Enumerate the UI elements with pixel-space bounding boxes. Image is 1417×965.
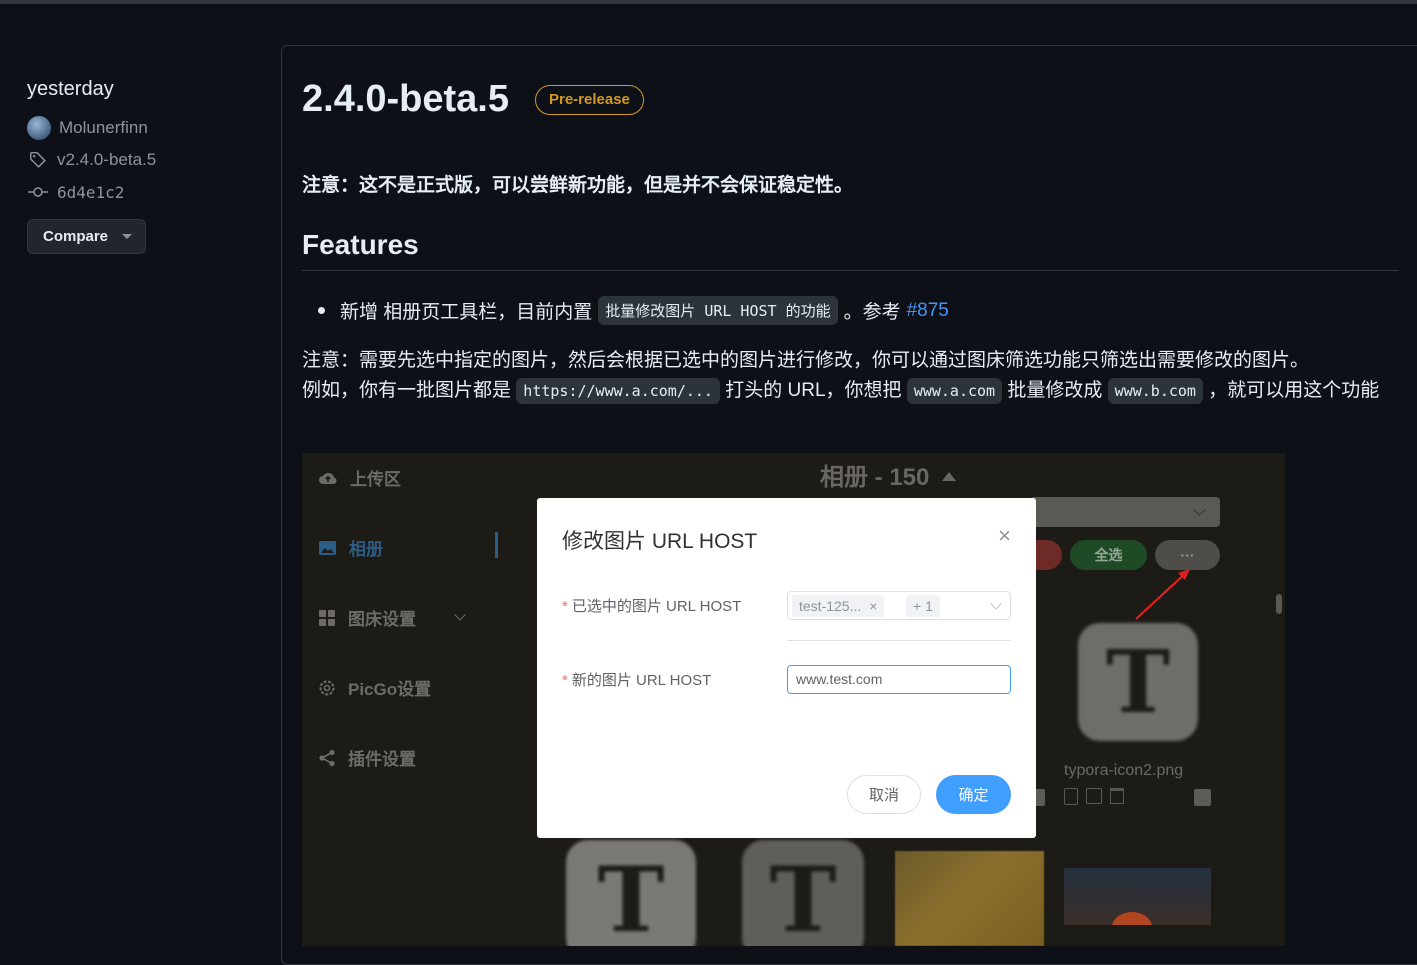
feature-text: 新增 相册页工具栏，目前内置 <box>340 302 593 323</box>
thumbnail-typora-icon: T <box>742 840 864 946</box>
chevron-down-icon <box>990 598 1002 610</box>
nav-label: PicGo设置 <box>348 680 432 699</box>
compare-label: Compare <box>43 228 109 245</box>
avatar[interactable] <box>27 116 51 140</box>
new-host-label: * 新的图片 URL HOST <box>562 669 711 690</box>
release-sidebar: yesterday Molunerfinn v2.4.0-beta.5 6d4e… <box>27 78 267 254</box>
selected-host-select[interactable]: test-125... × + 1 <box>787 591 1011 620</box>
red-arrow-annotation <box>1135 569 1190 620</box>
host-tag: test-125... × <box>792 595 885 617</box>
features-heading: Features <box>302 229 1399 271</box>
cancel-button[interactable]: 取消 <box>847 775 921 814</box>
nav-active-indicator <box>495 532 498 558</box>
edit-icon <box>1086 788 1102 804</box>
usage-note: 注意：需要先选中指定的图片，然后会根据已选中的图片进行修改，你可以通过图床筛选功… <box>302 346 1402 406</box>
feature-code: 批量修改图片 URL HOST 的功能 <box>598 296 838 325</box>
compare-button[interactable]: Compare <box>27 219 146 254</box>
modify-url-host-dialog: 修改图片 URL HOST × * 已选中的图片 URL HOST test-12… <box>537 498 1036 838</box>
grid-icon <box>318 609 336 627</box>
close-icon[interactable]: × <box>998 525 1011 547</box>
tag-name[interactable]: v2.4.0-beta.5 <box>57 150 156 170</box>
chevron-down-icon <box>1193 503 1206 516</box>
prerelease-badge: Pre-release <box>535 84 644 115</box>
thumbnail-checkbox <box>1194 789 1211 806</box>
new-host-input[interactable]: www.test.com <box>787 665 1011 694</box>
album-title: 相册 - 150 <box>820 457 957 492</box>
bullet-dot <box>318 307 325 314</box>
inline-code-host-b: www.b.com <box>1107 378 1203 404</box>
author-row[interactable]: Molunerfinn <box>27 115 267 141</box>
embedded-screenshot: 上传区 相册 图床设置 PicGo设置 插件设置 相册 - 150 全选 ··· <box>302 453 1285 946</box>
author-name[interactable]: Molunerfinn <box>59 118 148 138</box>
thumbnail-photo-glow <box>1112 912 1152 925</box>
release-header: 2.4.0-beta.5 Pre-release <box>302 78 644 121</box>
top-divider <box>0 0 1417 4</box>
trash-icon <box>1110 788 1124 804</box>
gear-icon <box>318 679 336 697</box>
feature-ref-text: 。参考 <box>843 302 901 323</box>
document-icon <box>1064 788 1078 805</box>
thumbnail-photo <box>1064 868 1211 925</box>
selected-host-label-text: 已选中的图片 URL HOST <box>571 598 742 615</box>
chevron-down-icon <box>122 234 133 239</box>
form-divider <box>787 640 1011 641</box>
commit-icon <box>27 181 49 203</box>
thumbnail-filename: typora-icon2.png <box>1064 762 1184 779</box>
inline-code-host-a: www.a.com <box>906 378 1003 404</box>
album-title-text: 相册 - 150 <box>820 464 930 491</box>
release-date: yesterday <box>27 78 114 100</box>
commit-sha[interactable]: 6d4e1c2 <box>57 183 124 202</box>
inline-code-url: https://www.a.com/... <box>516 378 720 404</box>
tag-close-icon[interactable]: × <box>869 598 877 614</box>
tag-icon <box>27 149 49 171</box>
more-tags-count: + 1 <box>906 595 940 617</box>
thumbnail-photo <box>895 851 1044 946</box>
usage-text: 批量修改成 <box>1007 380 1103 401</box>
picbed-filter-select <box>1030 497 1220 527</box>
confirm-button[interactable]: 确定 <box>936 775 1011 814</box>
nav-plugin-settings: 插件设置 <box>318 745 416 770</box>
chevron-down-icon <box>454 609 466 621</box>
usage-text: 例如，你有一批图片都是 <box>302 380 512 401</box>
usage-line-2: 例如，你有一批图片都是 https://www.a.com/... 打头的 UR… <box>302 376 1402 406</box>
cloud-upload-icon <box>318 470 338 486</box>
nav-label: 上传区 <box>350 470 401 489</box>
release-title[interactable]: 2.4.0-beta.5 <box>302 78 509 121</box>
selected-host-label: * 已选中的图片 URL HOST <box>562 595 741 616</box>
nav-label: 图床设置 <box>348 610 416 629</box>
required-mark: * <box>562 672 568 689</box>
thumbnail-actions <box>1064 788 1124 805</box>
scrollbar-thumb <box>1276 594 1282 614</box>
thumbnail-typora-icon: T <box>1078 623 1198 741</box>
dialog-title: 修改图片 URL HOST <box>562 530 758 553</box>
thumbnail-typora-icon: T <box>566 840 696 946</box>
usage-text: ，就可以用这个功能 <box>1208 380 1380 401</box>
nav-label: 相册 <box>349 540 383 559</box>
nav-label: 插件设置 <box>348 750 416 769</box>
caret-up-icon <box>942 472 957 481</box>
new-host-label-text: 新的图片 URL HOST <box>571 672 712 689</box>
issue-link[interactable]: #875 <box>907 300 949 322</box>
image-icon <box>318 540 337 556</box>
tag-row[interactable]: v2.4.0-beta.5 <box>27 147 267 173</box>
share-icon <box>318 749 336 767</box>
usage-line-1: 注意：需要先选中指定的图片，然后会根据已选中的图片进行修改，你可以通过图床筛选功… <box>302 350 1310 371</box>
commit-row[interactable]: 6d4e1c2 <box>27 179 267 205</box>
usage-text: 打头的 URL，你想把 <box>725 380 902 401</box>
nav-picgo-settings: PicGo设置 <box>318 675 431 700</box>
host-tag-text: test-125... <box>799 598 862 614</box>
stability-notice: 注意：这不是正式版，可以尝鲜新功能，但是并不会保证稳定性。 <box>302 175 854 196</box>
nav-upload: 上传区 <box>318 465 401 490</box>
required-mark: * <box>562 598 568 615</box>
feature-list-item: 新增 相册页工具栏，目前内置 批量修改图片 URL HOST 的功能 。参考 #… <box>318 296 949 325</box>
nav-picbed-settings: 图床设置 <box>318 605 466 630</box>
nav-album: 相册 <box>318 535 383 560</box>
